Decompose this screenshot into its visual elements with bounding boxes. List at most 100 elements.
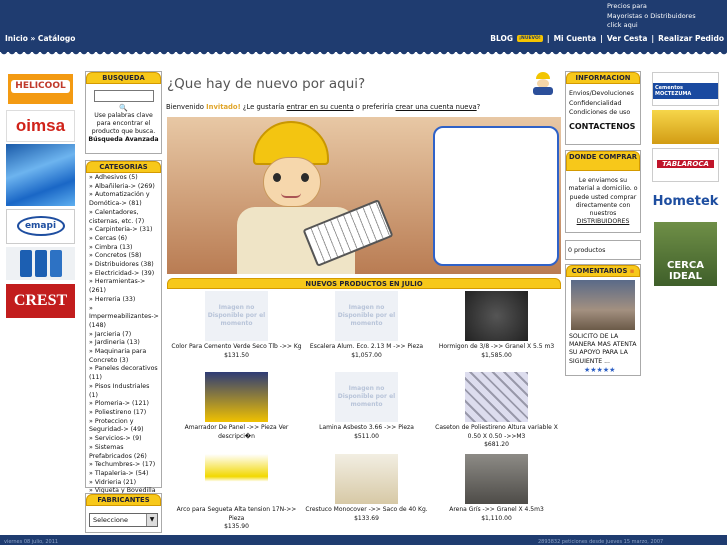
comments-box: COMENTARIOS ▪ SOLICITO DE LA MANERA MAS … bbox=[565, 264, 641, 376]
category-item[interactable]: » Electricidad-> (39) bbox=[89, 270, 159, 279]
no-image-placeholder[interactable]: Imagen no Disponible por el momento bbox=[335, 291, 398, 341]
category-item[interactable]: » Plomeria-> (121) bbox=[89, 400, 159, 409]
chevron-down-icon[interactable]: ▼ bbox=[146, 514, 157, 526]
product-name[interactable]: Lamina Asbesto 3.66 ->> Pieza bbox=[301, 424, 432, 433]
category-item[interactable]: » Jarcieria (7) bbox=[89, 331, 159, 340]
product-name[interactable]: Arco para Segueta Alta tension 17N->> Pi… bbox=[171, 506, 302, 523]
hero-banner bbox=[167, 117, 561, 274]
category-item[interactable]: » Carpinteria-> (31) bbox=[89, 226, 159, 235]
brand-oimsa-logo[interactable]: oimsa bbox=[6, 110, 75, 142]
welcome-text: ¿Le gustaría bbox=[242, 103, 285, 111]
terms-link[interactable]: Condiciones de uso bbox=[569, 108, 637, 118]
wholesale-promo-link[interactable]: Precios para Mayoristas o Distribuidores… bbox=[607, 2, 696, 31]
category-item[interactable]: » Poliestireno (17) bbox=[89, 409, 159, 418]
contact-link[interactable]: CONTACTENOS bbox=[569, 122, 637, 132]
manufacturer-select[interactable]: Seleccione ▼ bbox=[89, 513, 158, 527]
brand-emapi-logo[interactable]: emapi bbox=[6, 209, 75, 244]
product-image[interactable] bbox=[465, 291, 528, 341]
brand-cerca-ideal-logo[interactable]: CERCA IDEAL bbox=[652, 220, 719, 288]
comments-title-text: COMENTARIOS bbox=[571, 267, 628, 275]
rss-icon[interactable]: ▪ bbox=[630, 267, 635, 275]
product-card[interactable]: Imagen no Disponible por el momento Lamin… bbox=[301, 372, 432, 441]
realizar-pedido-link[interactable]: Realizar Pedido bbox=[658, 34, 724, 43]
brand-helicool-logo[interactable]: HELICOOL bbox=[6, 72, 75, 106]
search-icon[interactable]: 🔍 bbox=[86, 104, 161, 112]
category-item[interactable]: » Vidrieria (21) bbox=[89, 479, 159, 488]
category-item[interactable]: » Distribuidores (38) bbox=[89, 261, 159, 270]
category-item[interactable]: » Adhesivos (5) bbox=[89, 174, 159, 183]
category-item[interactable]: » Proteccion y Seguridad-> (49) bbox=[89, 418, 159, 435]
product-name[interactable]: Caseton de Poliestireno Altura variable … bbox=[431, 424, 562, 441]
cart-count[interactable]: 0 productos bbox=[566, 241, 640, 260]
manufacturer-select-value: Seleccione bbox=[93, 516, 128, 524]
product-image[interactable] bbox=[465, 454, 528, 504]
no-image-placeholder[interactable]: Imagen no Disponible por el momento bbox=[335, 372, 398, 422]
product-image[interactable] bbox=[465, 372, 528, 422]
category-item[interactable]: » Maquinaria para Concreto (3) bbox=[89, 348, 159, 365]
brand-hometek-logo[interactable]: Hometek bbox=[652, 186, 719, 218]
category-item[interactable]: » Servicios-> (9) bbox=[89, 435, 159, 444]
breadcrumb[interactable]: Inicio » Catálogo bbox=[5, 34, 75, 43]
signup-link[interactable]: crear una cuenta nueva bbox=[396, 103, 477, 111]
brand-label: Cementos MOCTEZUMA bbox=[653, 83, 718, 99]
login-link[interactable]: entrar en su cuenta bbox=[287, 103, 354, 111]
product-image[interactable] bbox=[205, 372, 268, 422]
category-item[interactable]: » Impermeabilizantes-> (148) bbox=[89, 305, 159, 331]
brand-water-image[interactable] bbox=[6, 144, 75, 206]
product-card[interactable]: Imagen no Disponible por el momento Escal… bbox=[301, 291, 432, 360]
category-item[interactable]: » Tlapaleria-> (54) bbox=[89, 470, 159, 479]
brand-truck-image[interactable] bbox=[652, 110, 719, 144]
product-card[interactable]: Caseton de Poliestireno Altura variable … bbox=[431, 372, 562, 450]
distributors-link[interactable]: DISTRIBUIDORES bbox=[568, 218, 638, 226]
comment-photo[interactable] bbox=[571, 280, 635, 330]
category-item[interactable]: » Cimbra (13) bbox=[89, 244, 159, 253]
product-image[interactable] bbox=[335, 454, 398, 504]
brand-tablaroca-logo[interactable]: TABLAROCA bbox=[652, 148, 719, 182]
category-item[interactable]: » Techumbres-> (17) bbox=[89, 461, 159, 470]
product-card[interactable]: Crestuco Monocover ->> Saco de 40 Kg. $13… bbox=[301, 454, 432, 523]
category-item[interactable]: » Calentadores, cisternas, etc. (7) bbox=[89, 209, 159, 226]
brand-crest-logo[interactable]: CREST bbox=[6, 284, 75, 318]
product-image[interactable] bbox=[205, 454, 268, 504]
welcome-text: ? bbox=[476, 103, 481, 111]
category-item[interactable]: » Automatización y Domótica-> (81) bbox=[89, 191, 159, 208]
category-item[interactable]: » Cercas (6) bbox=[89, 235, 159, 244]
brand-label: oimsa bbox=[15, 116, 66, 135]
comment-text[interactable]: SOLICITO DE LA MANERA MAS ATENTA SU APOY… bbox=[566, 333, 640, 366]
no-image-placeholder[interactable]: Imagen no Disponible por el momento bbox=[205, 291, 268, 341]
product-name[interactable]: Escalera Alum. Eco. 2.13 M ->> Pieza bbox=[301, 343, 432, 352]
footer-bar: viernes 08 julio, 2011 2893832 peticione… bbox=[0, 535, 727, 545]
new-products-title: NUEVOS PRODUCTOS EN JULIO bbox=[167, 278, 561, 289]
category-item[interactable]: » Pisos Industriales (1) bbox=[89, 383, 159, 400]
mi-cuenta-link[interactable]: Mi Cuenta bbox=[554, 34, 597, 43]
cart-box: 0 productos bbox=[565, 240, 641, 260]
product-name[interactable]: Hormigon de 3/8 ->> Granel X 5.5 m3 bbox=[431, 343, 562, 352]
category-item[interactable]: » Sistemas Prefabricados (26) bbox=[89, 444, 159, 461]
product-name[interactable]: Arena Grís ->> Granel X 4.5m3 bbox=[431, 506, 562, 515]
where-to-buy-text: Le enviamos su material a domicilio. o p… bbox=[568, 177, 638, 218]
ver-cesta-link[interactable]: Ver Cesta bbox=[607, 34, 648, 43]
product-name[interactable]: Amarrador De Panel ->> Pieza Ver descrip… bbox=[171, 424, 302, 441]
product-card[interactable]: Arena Grís ->> Granel X 4.5m3 $1,110.00 bbox=[431, 454, 562, 523]
product-name[interactable]: Crestuco Monocover ->> Saco de 40 Kg. bbox=[301, 506, 432, 515]
product-card[interactable]: Amarrador De Panel ->> Pieza Ver descrip… bbox=[171, 372, 302, 441]
brand-moctezuma-logo[interactable]: Cementos MOCTEZUMA bbox=[652, 72, 719, 106]
shipping-returns-link[interactable]: Envios/Devoluciones bbox=[569, 89, 637, 99]
product-card[interactable]: Hormigon de 3/8 ->> Granel X 5.5 m3 $1,58… bbox=[431, 291, 562, 360]
brand-toilets-image[interactable] bbox=[6, 247, 75, 280]
category-item[interactable]: » Herramientas-> (261) bbox=[89, 278, 159, 295]
category-item[interactable]: » Concretos (58) bbox=[89, 252, 159, 261]
product-card[interactable]: Imagen no Disponible por el momento Color… bbox=[171, 291, 302, 360]
product-card[interactable]: Arco para Segueta Alta tension 17N->> Pi… bbox=[171, 454, 302, 532]
welcome-line: Bienvenido Invitado! ¿Le gustaría entrar… bbox=[166, 103, 480, 111]
search-hint: Use palabras clave para encontrar el pro… bbox=[91, 112, 156, 135]
category-item[interactable]: » Herreria (33) bbox=[89, 296, 159, 305]
advanced-search-link[interactable]: Búsqueda Avanzada bbox=[86, 136, 161, 144]
blog-link[interactable]: BLOG bbox=[490, 34, 513, 43]
categories-title: CATEGORIAS bbox=[86, 161, 161, 173]
privacy-link[interactable]: Confidencialidad bbox=[569, 99, 637, 109]
category-item[interactable]: » Jardineria (13) bbox=[89, 339, 159, 348]
search-input[interactable] bbox=[93, 90, 154, 102]
product-name[interactable]: Color Para Cemento Verde Seco Tlb ->> Kg bbox=[171, 343, 302, 352]
category-item[interactable]: » Paneles decorativos (11) bbox=[89, 365, 159, 382]
